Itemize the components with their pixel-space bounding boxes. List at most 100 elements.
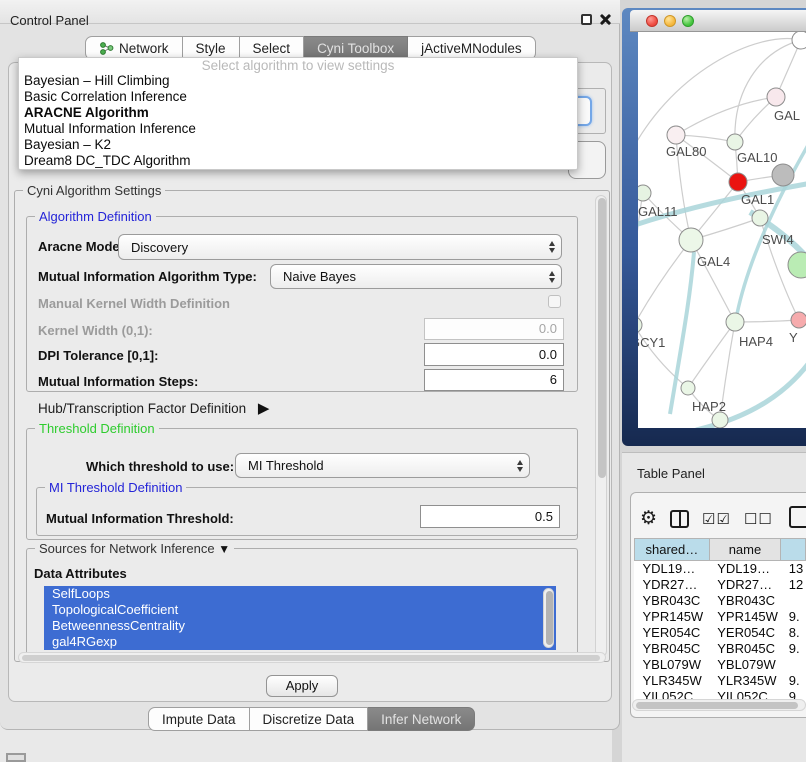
apply-button[interactable]: Apply xyxy=(266,675,338,697)
tab-infer-network[interactable]: Infer Network xyxy=(368,707,475,731)
mi-steps-field[interactable]: 6 xyxy=(424,369,564,391)
gear-icon[interactable]: ⚙ xyxy=(640,508,657,530)
hub-definition-expander[interactable]: Hub/Transcription Factor Definition ▶ xyxy=(38,399,269,417)
attribute-list-item[interactable]: TopologicalCoefficient xyxy=(44,602,556,618)
network-canvas[interactable]: GALGAL80GAL10GAL1GAL11SWI4GAL4GCY1HAP4YH… xyxy=(638,32,806,428)
table-horizontal-scrollbar[interactable] xyxy=(632,699,806,711)
attributes-vertical-scrollbar[interactable] xyxy=(543,588,554,648)
show-columns-icon[interactable] xyxy=(670,510,689,528)
table-cell: YBL079W xyxy=(709,657,780,673)
table-row[interactable]: YPR145WYPR145W9. xyxy=(635,609,806,625)
settings-hscroll-thumb[interactable] xyxy=(22,655,600,661)
mi-threshold-field[interactable]: 0.5 xyxy=(420,505,560,528)
network-node[interactable] xyxy=(729,173,747,191)
table-function-icon[interactable] xyxy=(789,506,806,528)
network-edge[interactable] xyxy=(638,240,691,325)
kernel-width-field[interactable]: 0.0 xyxy=(424,318,564,340)
aracne-mode-value: Discovery xyxy=(131,240,188,255)
settings-vertical-scrollbar[interactable] xyxy=(595,195,607,657)
table-row[interactable]: YDR27…YDR27…12 xyxy=(635,577,806,593)
tab-impute-data[interactable]: Impute Data xyxy=(148,707,250,731)
node-attribute-table[interactable]: shared…name YDL19…YDL19…13YDR27…YDR27…12… xyxy=(634,538,806,705)
dropdown-placeholder: Select algorithm to view settings xyxy=(19,58,577,73)
attribute-list-item[interactable]: gal4RGexp xyxy=(44,634,556,650)
network-node[interactable] xyxy=(792,32,806,49)
algorithm-dropdown-popup: Select algorithm to view settings Bayesi… xyxy=(18,57,578,170)
table-row[interactable]: YBR045CYBR045C9. xyxy=(635,641,806,657)
settings-horizontal-scrollbar[interactable] xyxy=(18,652,606,663)
network-node[interactable] xyxy=(712,412,728,428)
dropdown-item[interactable]: Bayesian – Hill Climbing xyxy=(19,73,577,89)
network-node[interactable] xyxy=(638,185,651,201)
settings-vscroll-thumb[interactable] xyxy=(598,198,606,478)
table-row[interactable]: YER054CYER054C8. xyxy=(635,625,806,641)
table-cell: YBR043C xyxy=(709,593,780,609)
which-threshold-value: MI Threshold xyxy=(248,458,324,473)
dropdown-item[interactable]: Bayesian – K2 xyxy=(19,137,577,153)
network-node[interactable] xyxy=(638,317,642,333)
column-header[interactable] xyxy=(781,539,806,561)
sources-group-title[interactable]: Sources for Network Inference ▼ xyxy=(35,541,234,556)
dpi-tolerance-label: DPI Tolerance [0,1]: xyxy=(38,348,158,363)
close-panel-icon[interactable] xyxy=(599,14,610,25)
dpi-tolerance-field[interactable]: 0.0 xyxy=(424,343,564,366)
network-node[interactable] xyxy=(679,228,703,252)
network-node[interactable] xyxy=(667,126,685,144)
network-node[interactable] xyxy=(726,313,744,331)
table-row[interactable]: YLR345WYLR345W9. xyxy=(635,673,806,689)
column-header[interactable]: shared… xyxy=(635,539,710,561)
network-node[interactable] xyxy=(752,210,768,226)
attribute-list-item[interactable]: BetweennessCentrality xyxy=(44,618,556,634)
network-edge[interactable] xyxy=(691,240,735,322)
deselect-all-checkboxes-icon[interactable]: ☐☐ xyxy=(744,510,773,528)
table-cell: YDL19… xyxy=(709,561,780,577)
minimize-traffic-light-icon[interactable] xyxy=(664,15,676,27)
table-cell: YDR27… xyxy=(635,577,710,593)
float-window-icon[interactable] xyxy=(581,14,592,25)
attributes-vscroll-thumb[interactable] xyxy=(546,591,553,645)
control-panel-titlebar[interactable] xyxy=(0,0,620,24)
network-node[interactable] xyxy=(681,381,695,395)
network-icon xyxy=(99,41,114,55)
table-row[interactable]: YBR043CYBR043C xyxy=(635,593,806,609)
expander-right-arrow-icon: ▶ xyxy=(258,400,270,417)
network-node[interactable] xyxy=(772,164,794,186)
dropdown-item[interactable]: Basic Correlation Inference xyxy=(19,89,577,105)
column-header[interactable]: name xyxy=(709,539,780,561)
mi-type-value: Naive Bayes xyxy=(283,269,356,284)
node-label: GAL4 xyxy=(697,254,730,269)
tab-discretize-data[interactable]: Discretize Data xyxy=(250,707,369,731)
table-row[interactable]: YDL19…YDL19…13 xyxy=(635,561,806,577)
close-traffic-light-icon[interactable] xyxy=(646,15,658,27)
mi-type-label: Mutual Information Algorithm Type: xyxy=(38,269,257,284)
select-all-checkboxes-icon[interactable]: ☑☑ xyxy=(702,510,731,528)
data-attributes-list[interactable]: SelfLoopsTopologicalCoefficientBetweenne… xyxy=(44,586,556,650)
dropdown-item[interactable]: Dream8 DC_TDC Algorithm xyxy=(19,153,577,169)
network-edge[interactable] xyxy=(735,320,799,322)
manual-kernel-checkbox[interactable] xyxy=(548,295,561,308)
network-edge[interactable] xyxy=(676,97,776,135)
attribute-list-item[interactable]: SelfLoops xyxy=(44,586,556,602)
node-label: GAL80 xyxy=(666,144,706,159)
dropdown-item[interactable]: Mutual Information Inference xyxy=(19,121,577,137)
table-panel-title: Table Panel xyxy=(637,466,705,481)
network-edge[interactable] xyxy=(688,322,735,388)
network-node[interactable] xyxy=(767,88,785,106)
network-edge[interactable] xyxy=(735,40,801,142)
table-cell: YLR345W xyxy=(635,673,710,689)
mi-type-combobox[interactable]: Naive Bayes xyxy=(270,264,562,289)
cyni-bottom-tabs: Impute DataDiscretize DataInfer Network xyxy=(148,707,475,731)
docked-panel-icon[interactable] xyxy=(6,753,26,762)
aracne-mode-combobox[interactable]: Discovery xyxy=(118,234,562,260)
zoom-traffic-light-icon[interactable] xyxy=(682,15,694,27)
table-row[interactable]: YBL079WYBL079W xyxy=(635,657,806,673)
network-node[interactable] xyxy=(788,252,806,278)
table-cell: YER054C xyxy=(709,625,780,641)
table-hscroll-thumb[interactable] xyxy=(636,702,798,709)
which-threshold-combobox[interactable]: MI Threshold xyxy=(235,453,530,478)
dropdown-item[interactable]: ARACNE Algorithm xyxy=(19,105,577,121)
network-node[interactable] xyxy=(791,312,806,328)
control-panel-title: Control Panel xyxy=(10,13,89,28)
mi-steps-label: Mutual Information Steps: xyxy=(38,374,198,389)
network-node[interactable] xyxy=(727,134,743,150)
